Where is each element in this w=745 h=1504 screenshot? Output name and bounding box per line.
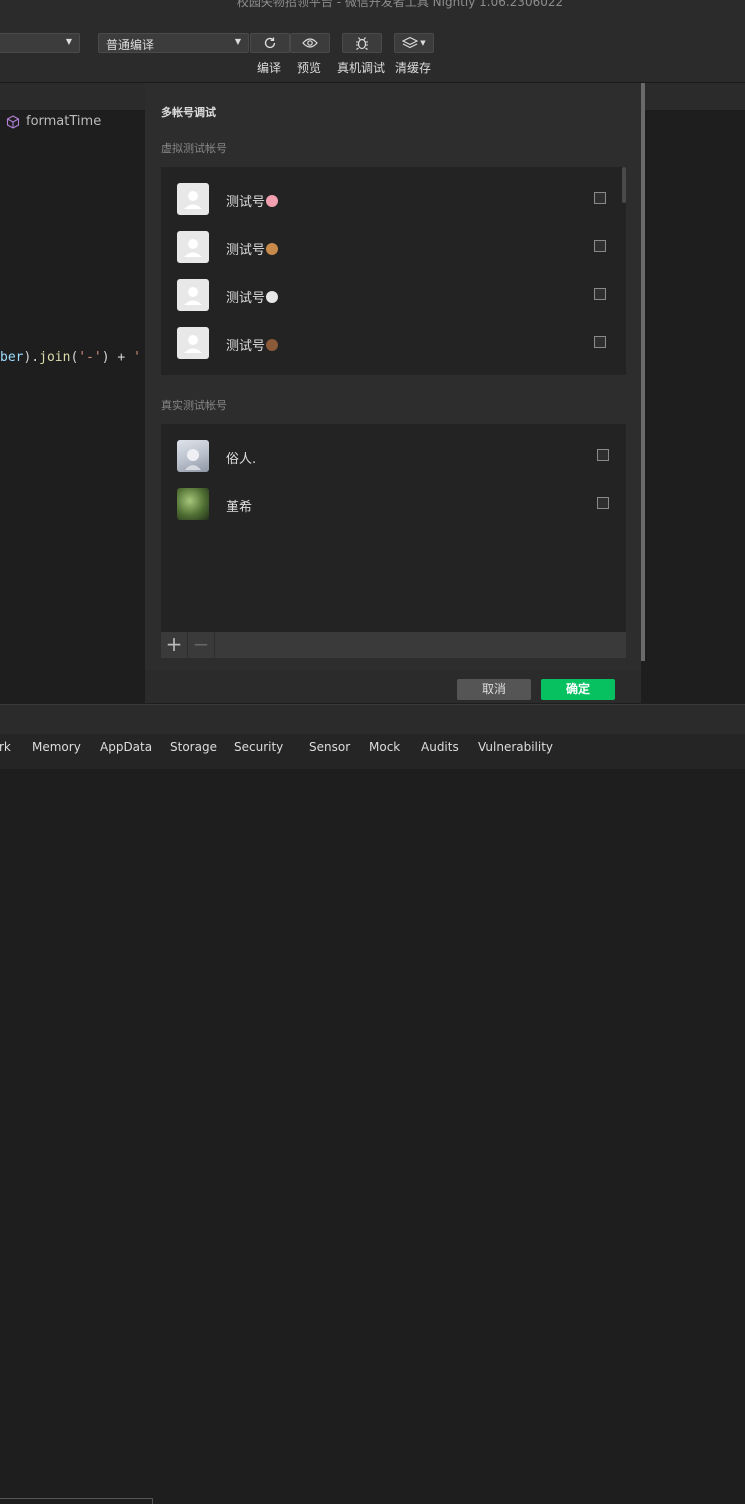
dialog-title: 多帐号调试 [161, 106, 216, 119]
account-checkbox[interactable] [594, 288, 606, 300]
layers-icon [402, 36, 419, 49]
account-name: 测试号 [226, 287, 279, 306]
virtual-account-list: 测试号 测试号 测试号 测试号 [161, 167, 626, 375]
preview-label: 预览 [297, 61, 322, 75]
avatar [177, 183, 209, 215]
avatar [177, 327, 209, 359]
window-title: 校园失物招领平台 - 微信开发者工具 Nightly 1.06.2306022 [236, 0, 564, 9]
chevron-down-icon: ▼ [420, 39, 426, 47]
account-name: 堇希 [226, 500, 253, 515]
compile-mode-value: 普通编译 [106, 38, 155, 52]
divider [0, 1498, 153, 1504]
list-item[interactable]: 测试号 [177, 231, 607, 265]
tab-vulnerability[interactable]: Vulnerability [478, 740, 553, 754]
tab-network[interactable]: rk [0, 740, 11, 754]
tab-storage[interactable]: Storage [170, 740, 217, 754]
account-checkbox[interactable] [594, 336, 606, 348]
avatar [177, 279, 209, 311]
eye-icon [302, 38, 318, 48]
avatar [177, 488, 209, 520]
tab-sensor[interactable]: Sensor [309, 740, 350, 754]
code-line: ber).join('-') + ' [0, 350, 141, 365]
virtual-accounts-label: 虚拟测试帐号 [161, 142, 227, 155]
preview-button[interactable] [290, 33, 330, 53]
chevron-down-icon: ▼ [65, 37, 72, 46]
add-account-button[interactable]: + [161, 632, 188, 658]
mode-select[interactable]: ▼ [0, 33, 80, 53]
account-checkbox[interactable] [597, 449, 609, 461]
avatar [177, 440, 209, 472]
toolbar: ▼ 普通编译 ▼ ▼ 编译 预览 真机调试 清缓存 [0, 28, 745, 83]
account-name: 俗人. [226, 452, 257, 467]
real-debug-button[interactable] [342, 33, 382, 53]
clear-cache-label: 清缓存 [395, 61, 432, 75]
list-item[interactable]: 测试号 [177, 279, 607, 313]
list-item[interactable]: 俗人. [177, 440, 609, 474]
outline-item[interactable]: formatTime [6, 114, 101, 129]
debugger-tabs: rk Memory AppData Storage Security Senso… [0, 734, 745, 1504]
account-checkbox[interactable] [594, 240, 606, 252]
refresh-icon [264, 37, 276, 49]
account-name: 测试号 [226, 335, 279, 354]
account-checkbox[interactable] [597, 497, 609, 509]
real-accounts-label: 真实测试帐号 [161, 399, 227, 412]
account-name: 测试号 [226, 239, 279, 258]
confirm-button[interactable]: 确定 [541, 679, 615, 700]
list-footer: + − [161, 632, 626, 658]
tab-appdata[interactable]: AppData [100, 740, 152, 754]
list-scrollbar[interactable] [622, 167, 626, 203]
tab-security[interactable]: Security [234, 740, 283, 754]
compile-button[interactable] [250, 33, 290, 53]
compile-mode-select[interactable]: 普通编译 ▼ [98, 33, 249, 53]
bear-face-icon [266, 339, 279, 351]
panda-face-icon [266, 291, 279, 303]
tab-mock[interactable]: Mock [369, 740, 400, 754]
title-bar: 校园失物招领平台 - 微信开发者工具 Nightly 1.06.2306022 [0, 0, 745, 28]
debugger-toolbar [0, 704, 745, 735]
tab-memory[interactable]: Memory [32, 740, 81, 754]
pig-face-icon [266, 195, 279, 207]
compile-label: 编译 [257, 61, 282, 75]
multi-account-dialog: 多帐号调试 虚拟测试帐号 测试号 测试号 测试号 测试号 真实测试帐号 俗人. [145, 83, 641, 703]
chevron-down-icon: ▼ [234, 37, 241, 46]
monkey-face-icon [266, 243, 279, 255]
remove-account-button[interactable]: − [188, 632, 215, 658]
tab-audits[interactable]: Audits [421, 740, 459, 754]
outline-item-label: formatTime [26, 114, 102, 129]
avatar [177, 231, 209, 263]
account-checkbox[interactable] [594, 192, 606, 204]
real-account-list: 俗人. 堇希 [161, 424, 626, 632]
clear-cache-button[interactable]: ▼ [394, 33, 434, 53]
bug-icon [356, 37, 368, 50]
cube-icon [6, 114, 20, 129]
list-item[interactable]: 堇希 [177, 488, 609, 522]
real-debug-label: 真机调试 [337, 61, 386, 75]
account-name: 测试号 [226, 191, 279, 210]
list-item[interactable]: 测试号 [177, 183, 607, 217]
list-item[interactable]: 测试号 [177, 327, 607, 361]
vertical-scrollbar[interactable] [641, 83, 645, 661]
cancel-button[interactable]: 取消 [457, 679, 531, 700]
